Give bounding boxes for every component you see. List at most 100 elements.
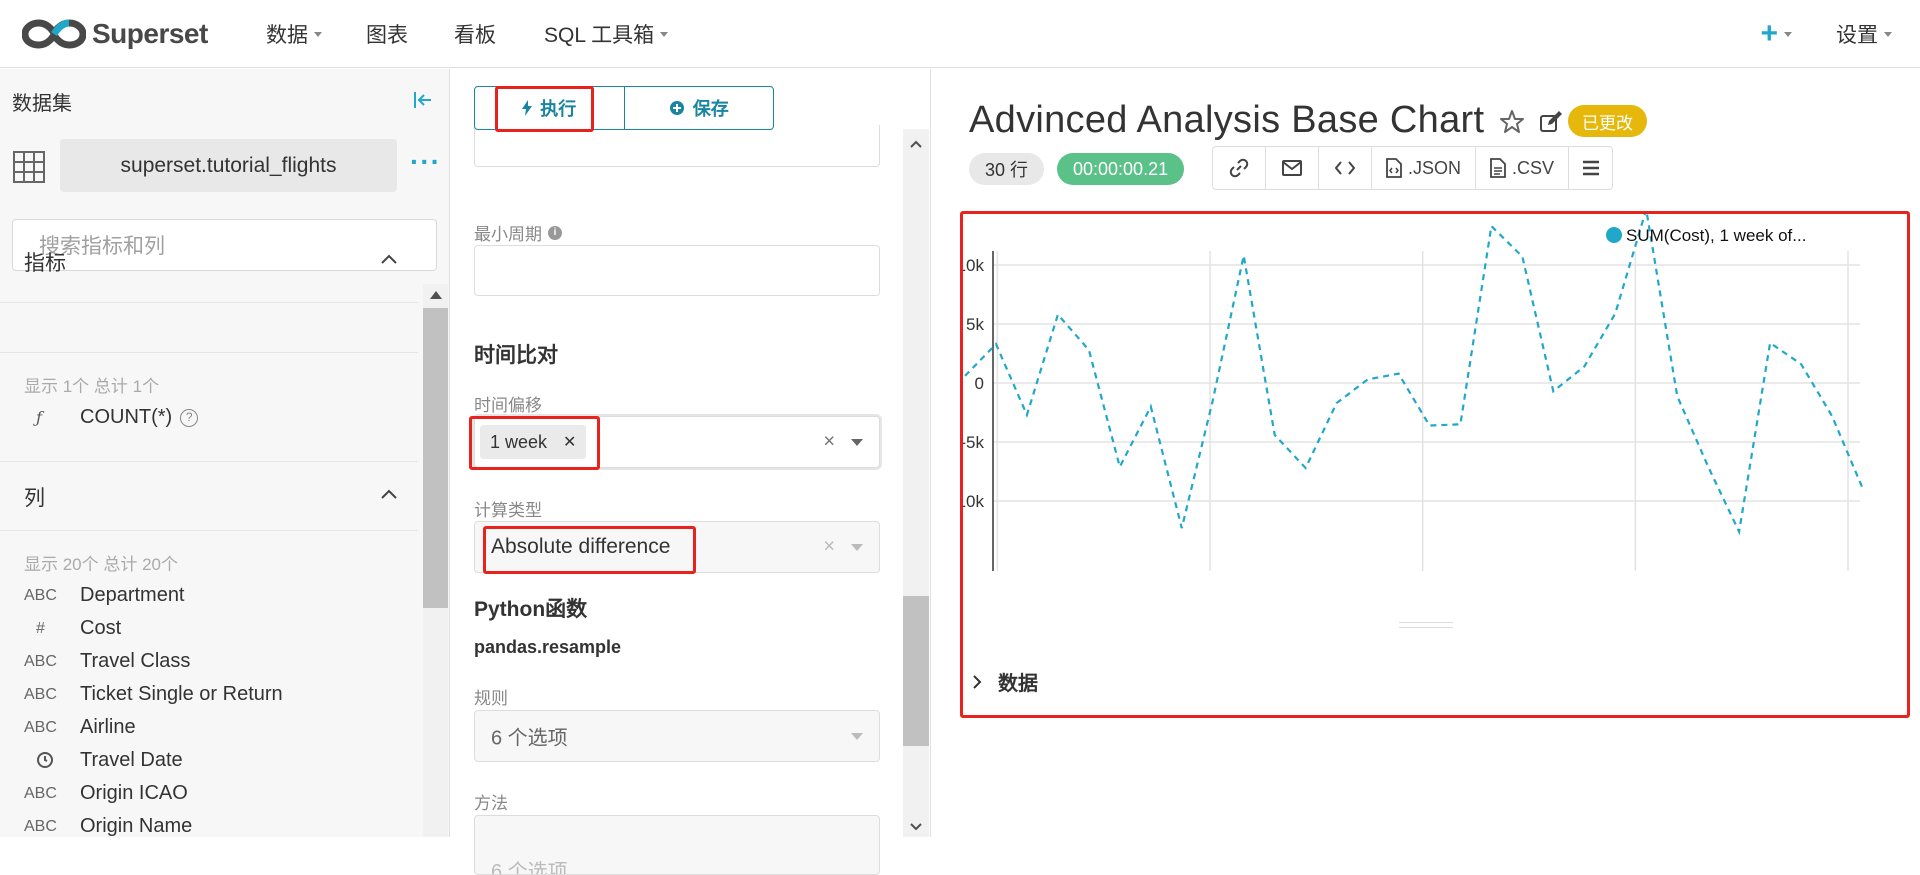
info-icon[interactable]: i: [548, 225, 562, 240]
y-tick-label: 5k: [966, 315, 984, 334]
metric-item[interactable]: ƒ COUNT(*) ?: [24, 406, 199, 429]
column-name: Ticket Single or Return: [80, 683, 283, 705]
data-section-toggle[interactable]: 数据: [972, 667, 1038, 696]
superset-logo[interactable]: Superset: [22, 17, 220, 51]
chevron-down-icon: [1884, 32, 1892, 37]
column-item[interactable]: ABC Airline: [24, 716, 136, 739]
time-shift-label: 时间偏移: [474, 396, 542, 415]
export-csv-button[interactable]: .CSV: [1475, 147, 1568, 189]
table-grid-icon: [13, 151, 45, 183]
edit-icon[interactable]: [1539, 110, 1563, 134]
column-item[interactable]: ABC Origin Name: [24, 815, 192, 838]
input-field[interactable]: [474, 125, 880, 167]
query-time-badge: 00:00:00.21: [1057, 153, 1185, 185]
chart-title[interactable]: Advinced Analysis Base Chart: [969, 99, 1484, 142]
star-icon[interactable]: [1499, 109, 1525, 135]
scroll-down-icon[interactable]: [910, 823, 922, 831]
legend-marker: [1606, 227, 1622, 243]
divider: [0, 461, 418, 462]
chevron-down-icon[interactable]: [851, 733, 863, 740]
column-item[interactable]: # Cost: [24, 617, 121, 640]
chart-toolbar: .JSON .CSV: [1212, 146, 1614, 190]
column-item[interactable]: ABC Origin ICAO: [24, 782, 188, 805]
numeric-type-icon: #: [36, 619, 45, 637]
min-periods-input[interactable]: [474, 245, 880, 296]
column-item[interactable]: Travel Date: [24, 749, 183, 772]
y-tick-label: -5k: [960, 433, 984, 452]
scroll-up-icon[interactable]: [910, 140, 922, 148]
y-tick-label: -10k: [960, 492, 984, 511]
time-shift-select[interactable]: 1 week ✕ ×: [474, 416, 880, 468]
copy-link-button[interactable]: [1213, 147, 1265, 189]
clear-icon[interactable]: ×: [823, 536, 835, 559]
run-button[interactable]: 执行: [475, 87, 624, 129]
export-json-button[interactable]: .JSON: [1371, 147, 1475, 189]
divider: [0, 352, 418, 353]
nav-item-label: 数据: [266, 23, 308, 47]
scrollbar-thumb[interactable]: [423, 308, 448, 608]
clear-icon[interactable]: ×: [823, 431, 835, 454]
run-save-button-group: 执行 保存: [474, 86, 774, 130]
time-comparison-heading: 时间比对: [474, 344, 558, 367]
dataset-name[interactable]: superset.tutorial_flights: [60, 139, 397, 192]
string-type-icon: ABC: [24, 718, 57, 736]
new-item-button[interactable]: +: [1760, 17, 1792, 51]
embed-code-button[interactable]: [1318, 147, 1371, 189]
chevron-up-icon[interactable]: [381, 489, 397, 499]
time-shift-tag[interactable]: 1 week ✕: [480, 425, 587, 459]
string-type-icon: ABC: [24, 586, 57, 604]
altered-badge[interactable]: 已更改: [1568, 105, 1647, 137]
remove-tag-icon[interactable]: ✕: [563, 432, 576, 452]
resize-handle[interactable]: [1399, 622, 1453, 628]
collapse-panel-icon[interactable]: [413, 91, 433, 109]
string-type-icon: ABC: [24, 817, 57, 835]
chart-area: Advinced Analysis Base Chart 已更改 30 行 00…: [932, 69, 1920, 837]
data-section-label: 数据: [998, 673, 1038, 695]
save-button[interactable]: 保存: [623, 87, 774, 129]
calc-type-value: Absolute difference: [491, 535, 671, 558]
column-item[interactable]: ABC Ticket Single or Return: [24, 683, 283, 706]
row-count-badge: 30 行: [969, 153, 1045, 185]
column-item[interactable]: ABC Travel Class: [24, 650, 190, 673]
y-tick-label: 10k: [960, 256, 984, 275]
scrollbar[interactable]: [423, 284, 448, 837]
metrics-section-title[interactable]: 指标: [24, 247, 66, 277]
chevron-down-icon: [1784, 32, 1792, 37]
scrollbar-thumb[interactable]: [903, 596, 929, 746]
columns-section-title[interactable]: 列: [24, 482, 45, 512]
nav-item-charts[interactable]: 图表: [366, 19, 408, 49]
more-menu-button[interactable]: [1568, 147, 1612, 189]
chevron-down-icon[interactable]: [851, 544, 863, 551]
scrollbar[interactable]: [903, 129, 929, 837]
column-name: Travel Date: [80, 749, 183, 771]
calc-type-label: 计算类型: [474, 501, 542, 520]
more-options-icon[interactable]: ···: [410, 146, 441, 178]
superset-logo-icon: [22, 18, 86, 49]
chevron-up-icon[interactable]: [381, 254, 397, 264]
search-input[interactable]: 搜索指标和列: [12, 219, 437, 271]
nav-item-sql-lab[interactable]: SQL 工具箱: [544, 19, 669, 49]
logo-text: Superset: [92, 17, 208, 49]
plus-icon: +: [1760, 16, 1778, 50]
column-name: Origin Name: [80, 815, 193, 837]
menu-icon: [1582, 160, 1599, 176]
function-icon: ƒ: [36, 408, 42, 427]
column-item[interactable]: ABC Department: [24, 584, 185, 607]
chevron-down-icon[interactable]: [851, 439, 863, 446]
columns-count-note: 显示 20个 总计 20个: [24, 555, 178, 574]
rule-select[interactable]: 6 个选项: [474, 710, 880, 762]
method-placeholder: 6 个选项: [491, 861, 568, 875]
scroll-up-icon[interactable]: [430, 291, 442, 299]
line-chart[interactable]: -10k-5k05k10kOct 02Oct 09Oct 16Oct 23Oct…: [960, 211, 1901, 574]
chevron-down-icon: [660, 32, 669, 37]
calc-type-select[interactable]: Absolute difference ×: [474, 521, 880, 573]
email-button[interactable]: [1265, 147, 1318, 189]
nav-item-data[interactable]: 数据: [266, 19, 322, 49]
lightning-icon: [522, 100, 533, 116]
settings-menu[interactable]: 设置: [1836, 19, 1892, 49]
python-functions-heading: Python函数: [474, 598, 588, 621]
control-panel: 执行 保存 最小周期 i 时间比对 时间偏移 1 week ✕ × 计算类型 A…: [451, 69, 931, 875]
help-icon[interactable]: ?: [180, 408, 199, 427]
nav-item-dashboards[interactable]: 看板: [454, 19, 496, 49]
method-select[interactable]: 6 个选项: [474, 815, 880, 875]
